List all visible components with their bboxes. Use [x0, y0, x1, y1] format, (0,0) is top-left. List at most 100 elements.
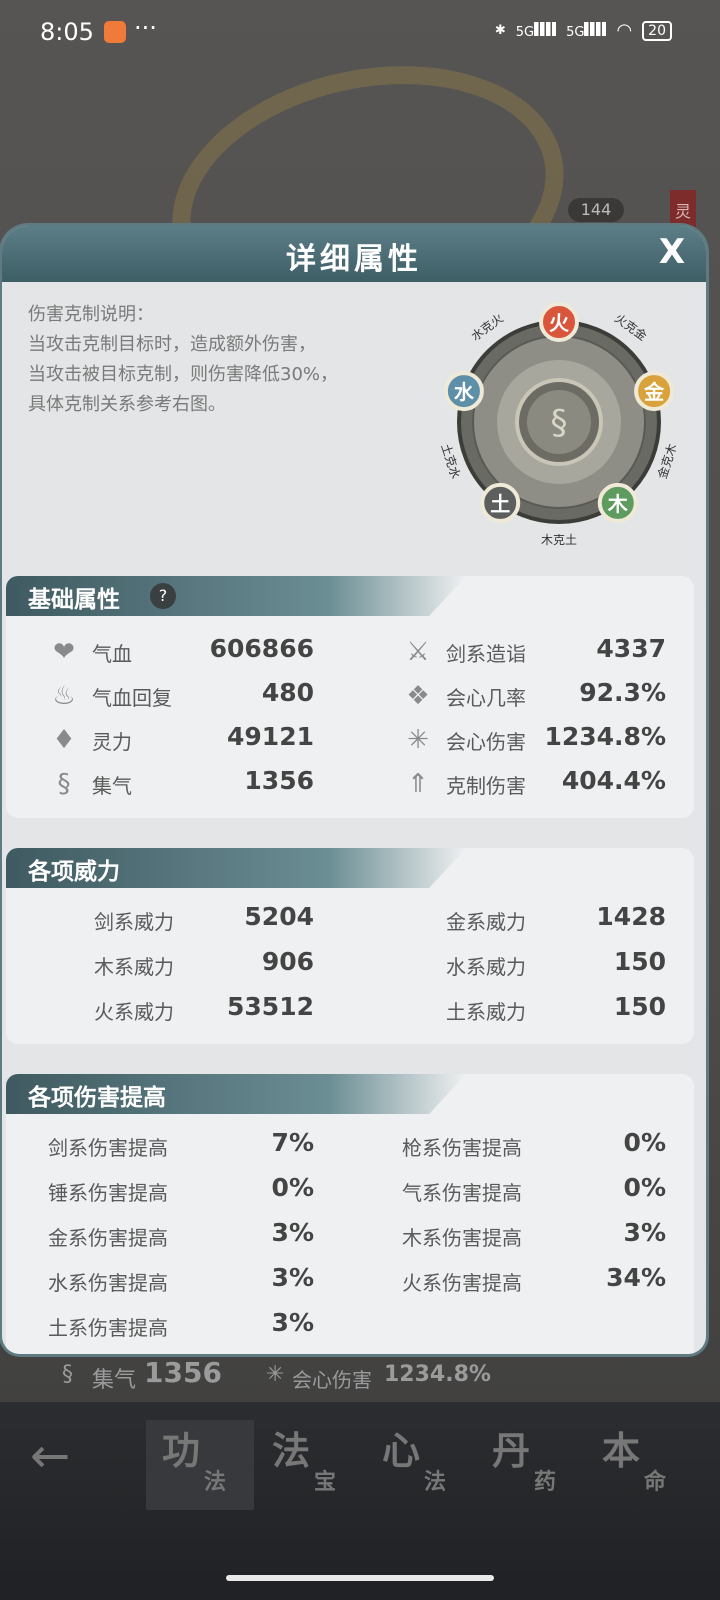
description-line: 伤害克制说明： [28, 304, 154, 325]
dialog-title: 详细属性 [286, 242, 422, 277]
stat-value: 606866 [209, 634, 314, 663]
damage-bonus-panel: 各项伤害提高 剑系伤害提高 7% 锤系伤害提高 0% 金系伤害提高 3% 水系伤害提高 3% 土… [6, 1074, 694, 1354]
strip-label: 会心伤害 [292, 1368, 372, 1392]
app-notification-icon [104, 21, 126, 43]
wifi-icon: ◠ [616, 20, 633, 41]
stat-value: 906 [261, 947, 314, 976]
relation-label: 火克金 [612, 310, 650, 343]
stat-value: 5204 [244, 902, 314, 931]
close-button[interactable]: X [652, 232, 692, 272]
stat-value: 3% [271, 1263, 314, 1292]
element-label: 土 [490, 492, 510, 516]
tab-char-sub: 法 [204, 1470, 227, 1495]
element-node-fire: 火 [539, 302, 579, 342]
stat-value: 1428 [596, 902, 666, 931]
stat-value: 53512 [227, 992, 314, 1021]
counter-description: 伤害克制说明： 当攻击克制目标时，造成额外伤害， 当攻击被目标克制，则伤害降低3… [28, 300, 338, 420]
stat-value: 150 [613, 947, 666, 976]
element-node-earth: 土 [480, 482, 521, 523]
stat-value: 404.4% [561, 766, 666, 795]
stat-value: 7% [271, 1128, 314, 1157]
element-label: 水 [454, 380, 475, 404]
status-bar: 8:05 ··· ✱ 5G 5G ◠ 20 [0, 0, 720, 66]
relation-label: 金克木 [654, 442, 679, 481]
signal-1: 5G [516, 21, 557, 40]
yin-swirl-icon: § [551, 403, 568, 443]
element-label: 木 [607, 492, 629, 516]
tab-fabao[interactable]: 法宝 [256, 1420, 364, 1510]
element-node-metal: 金 [634, 371, 675, 412]
tab-char-main: 心 [382, 1429, 421, 1473]
section-title: 基础属性 [28, 587, 120, 613]
signal-2: 5G [566, 21, 607, 40]
stat-value: 0% [271, 1173, 314, 1202]
element-counter-wheel: § 火金木土水 火克金金克木木克土土克水水克火 [438, 302, 680, 547]
swirl-icon: § [57, 769, 71, 799]
tab-char-main: 丹 [492, 1429, 531, 1473]
tab-char-main: 本 [602, 1429, 641, 1473]
background-stats-strip: § 集气 1356 ✳ 会心伤害 1234.8% [0, 1352, 720, 1402]
tab-char-main: 法 [272, 1429, 311, 1473]
crit-rate-icon: ❖ [406, 681, 430, 711]
section-title: 各项伤害提高 [28, 1085, 166, 1111]
stat-value: 34% [606, 1263, 666, 1292]
description-line: 当攻击克制目标时，造成额外伤害， [28, 334, 316, 355]
dialog-header: 详细属性 X [2, 226, 706, 282]
tab-danyao[interactable]: 丹药 [476, 1420, 584, 1510]
relation-label: 木克土 [541, 533, 577, 547]
stat-value: 4337 [596, 634, 666, 663]
battery-icon: 20 [642, 20, 672, 41]
stat-value: 150 [613, 992, 666, 1021]
tab-char-sub: 法 [424, 1470, 447, 1495]
detail-attributes-dialog: 详细属性 X 伤害克制说明： 当攻击克制目标时，造成额外伤害， 当攻击被目标克制… [2, 226, 706, 1354]
stat-value: 49121 [227, 722, 314, 751]
home-indicator[interactable] [226, 1575, 494, 1581]
section-header: 基础属性 ? [6, 576, 466, 616]
stat-value: 0% [623, 1173, 666, 1202]
element-node-water: 水 [443, 371, 484, 412]
strip-label: 集气 [92, 1368, 137, 1393]
signal-bars-icon [534, 21, 557, 36]
stat-value: 92.3% [579, 678, 666, 707]
stat-value: 3% [623, 1218, 666, 1247]
tab-char-sub: 药 [534, 1470, 557, 1495]
back-arrow-icon[interactable]: ← [30, 1428, 90, 1488]
counter-icon: ⇑ [407, 769, 429, 799]
basic-attributes-panel: 基础属性 ? ❤ 气血 606866 ♨ 气血回复 480 ♦ 灵力 49121 § 集气 1356 ⚔… [6, 576, 694, 818]
stat-value: 3% [271, 1218, 314, 1247]
behind-badge: 144 [568, 198, 624, 222]
stat-value: 1356 [244, 766, 314, 795]
more-notifications-icon: ··· [134, 14, 157, 42]
tab-char-sub: 宝 [314, 1470, 337, 1495]
description-line: 具体克制关系参考右图。 [28, 394, 226, 415]
status-time: 8:05 [40, 18, 94, 46]
tab-benming[interactable]: 本命 [586, 1420, 694, 1510]
strip-value: 1234.8% [384, 1362, 491, 1387]
strip-value: 1356 [144, 1356, 222, 1389]
relation-label: 土克水 [438, 442, 462, 481]
stat-value: 480 [261, 678, 314, 707]
signal-bars-icon [584, 21, 607, 36]
tab-char-sub: 命 [644, 1470, 667, 1495]
stat-value: 1234.8% [544, 722, 666, 751]
description-line: 当攻击被目标克制，则伤害降低30%， [28, 364, 339, 385]
swirl-icon: § [62, 1362, 73, 1387]
heal-icon: ♨ [52, 681, 76, 711]
section-header: 各项伤害提高 [6, 1074, 466, 1114]
help-button[interactable]: ? [150, 583, 176, 609]
section-header: 各项威力 [6, 848, 466, 888]
tab-char-main: 功 [162, 1429, 201, 1473]
tab-xinfa[interactable]: 心法 [366, 1420, 474, 1510]
heart-icon: ❤ [53, 637, 75, 667]
sword-icon: ⚔ [406, 637, 430, 667]
element-node-wood: 木 [597, 482, 638, 523]
tab-gongfa[interactable]: 功法 [146, 1420, 254, 1510]
bluetooth-icon: ✱ [494, 23, 506, 38]
flame-icon: ♦ [52, 725, 76, 755]
stat-value: 3% [271, 1308, 314, 1337]
element-label: 火 [549, 311, 570, 335]
bottom-navigation: ← 功法法宝心法丹药本命 [0, 1402, 720, 1600]
status-right: ✱ 5G 5G ◠ 20 [495, 20, 672, 41]
stat-value: 0% [623, 1128, 666, 1157]
burst-icon: ✳ [266, 1362, 285, 1387]
